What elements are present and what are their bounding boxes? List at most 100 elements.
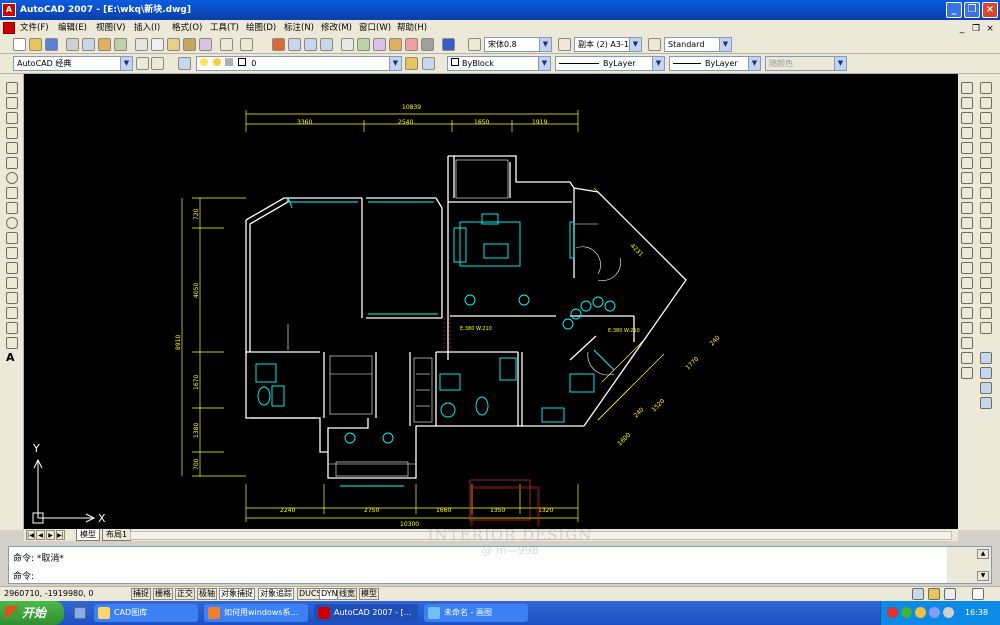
join-icon[interactable] bbox=[980, 277, 992, 289]
revision-cloud-icon[interactable] bbox=[6, 187, 18, 199]
gradient-icon[interactable] bbox=[6, 307, 18, 319]
tray-icon-1[interactable] bbox=[887, 607, 898, 618]
doc-restore-button[interactable]: ❐ bbox=[970, 21, 982, 37]
tab-model[interactable]: 模型 bbox=[76, 529, 100, 541]
drawing-canvas[interactable]: 10839 3360 2540 1650 1919 10300 2240 275… bbox=[24, 74, 958, 530]
tab-next-icon[interactable]: ▶ bbox=[46, 530, 55, 540]
polygon-icon[interactable] bbox=[6, 127, 18, 139]
otrack-toggle[interactable]: 对象追踪 bbox=[258, 588, 294, 600]
taskbar-item-browser[interactable]: 如何用windows系... bbox=[204, 604, 308, 622]
tray-icon-3[interactable] bbox=[915, 607, 926, 618]
tab-layout1[interactable]: 布局1 bbox=[102, 529, 132, 541]
circle-icon[interactable] bbox=[6, 172, 18, 184]
line-icon[interactable] bbox=[6, 82, 18, 94]
save-icon[interactable] bbox=[45, 38, 58, 51]
paste-icon[interactable] bbox=[167, 38, 180, 51]
continue-icon[interactable] bbox=[961, 232, 973, 244]
center-mark-icon[interactable] bbox=[961, 277, 973, 289]
taskbar-item-cad-library[interactable]: CAD图库 bbox=[94, 604, 198, 622]
mirror-icon[interactable] bbox=[980, 112, 992, 124]
osnap-toggle[interactable]: 对象捕捉 bbox=[219, 588, 255, 600]
menu-file[interactable]: 文件(F) bbox=[20, 20, 49, 36]
taskbar-item-paint[interactable]: 未命名 - 画图 bbox=[424, 604, 528, 622]
table-style-select[interactable]: Standard ▼ bbox=[664, 37, 732, 52]
move-icon[interactable] bbox=[980, 157, 992, 169]
quick-leader-icon[interactable] bbox=[961, 247, 973, 259]
tab-first-icon[interactable]: |◀ bbox=[26, 530, 35, 540]
dim-text-edit-icon[interactable] bbox=[961, 307, 973, 319]
polar-toggle[interactable]: 极轴 bbox=[197, 588, 217, 600]
grid-toggle[interactable]: 栅格 bbox=[153, 588, 173, 600]
aligned-dimension-icon[interactable] bbox=[961, 97, 973, 109]
offset-icon[interactable] bbox=[980, 127, 992, 139]
plot-icon[interactable] bbox=[66, 38, 79, 51]
menu-tools[interactable]: 工具(T) bbox=[210, 20, 239, 36]
insert-block-icon[interactable] bbox=[6, 247, 18, 259]
lock-toolbar-icon[interactable] bbox=[928, 588, 940, 600]
dim-style-select[interactable]: 副本 (2) A3-1 ▼ bbox=[574, 37, 642, 52]
trim-icon[interactable] bbox=[980, 217, 992, 229]
help-icon[interactable] bbox=[442, 38, 455, 51]
text-style-icon[interactable] bbox=[468, 38, 481, 51]
markup-icon[interactable] bbox=[405, 38, 418, 51]
jogged-icon[interactable] bbox=[961, 157, 973, 169]
scroll-down-icon[interactable]: ▼ bbox=[977, 571, 989, 581]
menu-dimension[interactable]: 标注(N) bbox=[284, 20, 314, 36]
sheet-set-icon[interactable] bbox=[389, 38, 402, 51]
new-icon[interactable] bbox=[13, 38, 26, 51]
model-toggle[interactable]: 模型 bbox=[359, 588, 379, 600]
menu-modify[interactable]: 修改(M) bbox=[321, 20, 352, 36]
scale-icon[interactable] bbox=[980, 187, 992, 199]
polyline-icon[interactable] bbox=[6, 112, 18, 124]
doc-minimize-button[interactable]: _ bbox=[956, 21, 968, 37]
design-center-icon[interactable] bbox=[357, 38, 370, 51]
draw-order-front-icon[interactable] bbox=[980, 352, 992, 364]
rectangle-icon[interactable] bbox=[6, 142, 18, 154]
explode-icon[interactable] bbox=[980, 322, 992, 334]
extend-icon[interactable] bbox=[980, 232, 992, 244]
menu-edit[interactable]: 编辑(E) bbox=[58, 20, 87, 36]
ellipse-icon[interactable] bbox=[6, 217, 18, 229]
lineweight-select[interactable]: ByLayer ▼ bbox=[669, 56, 761, 71]
clean-screen-icon[interactable] bbox=[972, 588, 984, 600]
status-menu-icon[interactable] bbox=[944, 588, 956, 600]
table-icon[interactable] bbox=[6, 337, 18, 349]
layer-previous-icon[interactable] bbox=[422, 57, 435, 70]
taskbar-item-autocad[interactable]: AutoCAD 2007 - [... bbox=[314, 604, 418, 622]
linear-dimension-icon[interactable] bbox=[961, 82, 973, 94]
color-select[interactable]: ByBlock ▼ bbox=[447, 56, 551, 71]
doc-close-button[interactable]: × bbox=[984, 21, 996, 37]
command-scrollbar[interactable]: ▲ ▼ bbox=[947, 547, 991, 583]
stretch-icon[interactable] bbox=[980, 202, 992, 214]
draw-order-back-icon[interactable] bbox=[980, 367, 992, 379]
point-icon[interactable] bbox=[6, 277, 18, 289]
3d-dwf-icon[interactable] bbox=[114, 38, 127, 51]
close-button[interactable]: × bbox=[982, 2, 998, 18]
menu-view[interactable]: 视图(V) bbox=[96, 20, 125, 36]
tolerance-icon[interactable] bbox=[961, 262, 973, 274]
save-workspace-icon[interactable] bbox=[151, 57, 164, 70]
plot-preview-icon[interactable] bbox=[82, 38, 95, 51]
dim-style-icon[interactable] bbox=[558, 38, 571, 51]
redo-icon[interactable] bbox=[240, 38, 253, 51]
autocad-icon[interactable]: A bbox=[2, 3, 16, 17]
rotate-icon[interactable] bbox=[980, 172, 992, 184]
volume-icon[interactable] bbox=[943, 607, 954, 618]
dim-update-icon[interactable] bbox=[961, 322, 973, 334]
dim-style-manager-icon[interactable] bbox=[961, 337, 973, 349]
tab-prev-icon[interactable]: ◀ bbox=[36, 530, 45, 540]
radius-icon[interactable] bbox=[961, 142, 973, 154]
scroll-up-icon[interactable]: ▲ bbox=[977, 549, 989, 559]
linetype-select[interactable]: ByLayer ▼ bbox=[555, 56, 665, 71]
fillet-icon[interactable] bbox=[980, 307, 992, 319]
copy-icon[interactable] bbox=[151, 38, 164, 51]
menu-format[interactable]: 格式(O) bbox=[172, 20, 202, 36]
angular-icon[interactable] bbox=[961, 187, 973, 199]
match-properties-icon[interactable] bbox=[183, 38, 196, 51]
ellipse-arc-icon[interactable] bbox=[6, 232, 18, 244]
open-icon[interactable] bbox=[29, 38, 42, 51]
network-icon[interactable] bbox=[929, 607, 940, 618]
workspace-select[interactable]: AutoCAD 经典 ▼ bbox=[13, 56, 133, 71]
menu-insert[interactable]: 插入(I) bbox=[134, 20, 160, 36]
zoom-window-icon[interactable] bbox=[304, 38, 317, 51]
